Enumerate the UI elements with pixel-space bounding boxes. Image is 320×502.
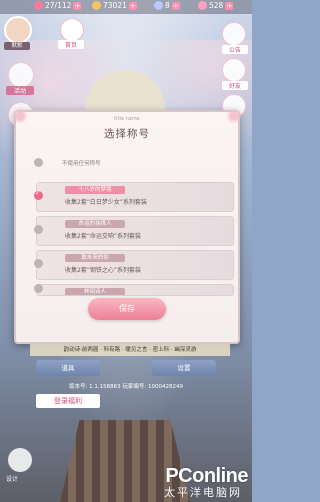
stamina-counter: 27/112 + xyxy=(34,1,82,10)
radio-selected[interactable] xyxy=(34,189,43,200)
gem-icon xyxy=(198,1,207,10)
title-option-2[interactable]: 命运的抉择人 收集2套“命运交响”系列套装 xyxy=(36,216,234,246)
title-select-dialog: title name 选择称号 不使用任何称号 十八岁的梦境 收集2套“白日梦少… xyxy=(12,108,242,344)
coin-counter: 73021 + xyxy=(92,1,137,10)
add-coin-button[interactable]: + xyxy=(128,1,137,10)
friends-label: 好友 xyxy=(222,81,248,90)
resource-bar: 27/112 + 73021 + 8 + 528 + xyxy=(0,0,252,14)
title-desc: 收集2套“钢铁之心”系列套装 xyxy=(65,267,142,274)
notice-label: 公告 xyxy=(222,45,248,54)
gem-counter: 528 + xyxy=(198,1,234,10)
title-desc: 收集2套“命运交响”系列套装 xyxy=(65,233,142,240)
radio-option-4[interactable] xyxy=(34,284,43,293)
stage-banner: 韵动诗·前两届 · 科有路 · 暖见之言 · 密上科 · 幽深灵游 xyxy=(30,344,230,356)
heart-icon xyxy=(34,1,43,10)
dialog-subtitle: title name xyxy=(114,116,140,122)
player-avatar[interactable] xyxy=(4,16,32,44)
event-label: 活动 xyxy=(6,86,34,95)
title-tag: 十八岁的梦境 xyxy=(65,186,125,194)
home-button[interactable] xyxy=(60,18,84,42)
gem-value: 528 xyxy=(209,1,224,10)
option-none-label: 不使用任何称号 xyxy=(62,161,101,167)
add-diamond-button[interactable]: + xyxy=(171,1,180,10)
title-tag: 致未来的你 xyxy=(65,254,125,262)
diamond-value: 8 xyxy=(165,1,170,10)
radio-none[interactable] xyxy=(34,158,43,167)
settings-label: 设置 xyxy=(177,364,191,372)
radio-option-3[interactable] xyxy=(34,259,43,268)
add-gem-button[interactable]: + xyxy=(225,1,234,10)
settings-button[interactable]: 设置 xyxy=(152,360,216,376)
home-label: 首页 xyxy=(58,40,84,49)
coin-value: 73021 xyxy=(103,1,127,10)
dialog-title: 选择称号 xyxy=(104,128,150,140)
version-text: 版本号: 1.1.158863 玩家编号: 1000428249 xyxy=(69,384,183,390)
friends-button[interactable] xyxy=(222,58,246,82)
player-name: 默默 xyxy=(4,42,30,50)
title-option-4[interactable]: 林间诗人 xyxy=(36,284,234,296)
title-tag: 命运的抉择人 xyxy=(65,220,125,228)
title-desc: 收集2套“白日梦少女”系列套装 xyxy=(65,199,148,206)
diamond-counter: 8 + xyxy=(154,1,180,10)
diamond-icon xyxy=(154,1,163,10)
title-tag: 林间诗人 xyxy=(65,288,125,295)
design-button[interactable] xyxy=(8,448,32,472)
tools-label: 道具 xyxy=(61,364,75,372)
design-label: 设计 xyxy=(6,476,19,483)
save-button[interactable]: 保存 xyxy=(88,298,166,320)
watermark-subtitle: 太平洋电脑网 xyxy=(164,486,242,499)
add-stamina-button[interactable]: + xyxy=(73,1,82,10)
event-button[interactable] xyxy=(8,62,34,88)
radio-option-2[interactable] xyxy=(34,225,43,234)
title-option-1[interactable]: 十八岁的梦境 收集2套“白日梦少女”系列套装 xyxy=(36,182,234,212)
tools-button[interactable]: 道具 xyxy=(36,360,100,376)
notice-button[interactable] xyxy=(222,22,246,46)
title-option-3[interactable]: 致未来的你 收集2套“钢铁之心”系列套装 xyxy=(36,250,234,280)
login-reward-tag[interactable]: 登录福利 xyxy=(36,394,100,408)
coin-icon xyxy=(92,1,101,10)
stamina-value: 27/112 xyxy=(45,1,72,10)
